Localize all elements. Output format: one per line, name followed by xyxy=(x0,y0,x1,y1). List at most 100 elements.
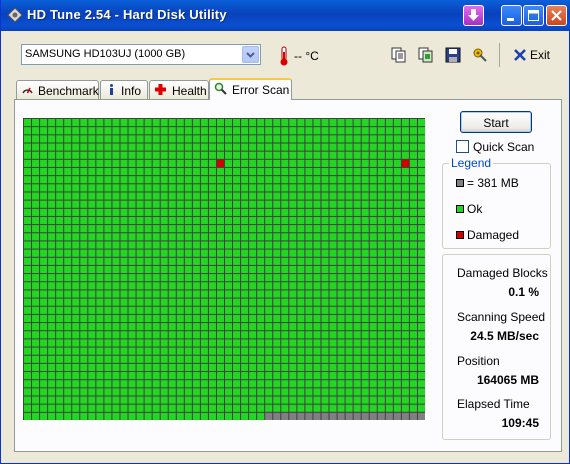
scan-block-ok xyxy=(257,225,265,233)
scan-block-ok xyxy=(104,274,112,282)
scan-block-ok xyxy=(112,282,120,290)
scan-block-ok xyxy=(104,200,112,208)
scan-block-ok xyxy=(208,323,216,331)
scan-block-ok xyxy=(176,241,184,249)
save-icon[interactable] xyxy=(445,47,461,63)
scan-block-ok xyxy=(337,314,345,323)
scan-block-ok xyxy=(136,347,144,355)
scan-block-ok xyxy=(56,192,64,200)
scan-block-ok xyxy=(184,184,192,192)
scan-block-ok xyxy=(417,298,425,306)
scan-block-ok xyxy=(377,257,385,265)
download-update-button[interactable] xyxy=(463,5,484,26)
close-button[interactable] xyxy=(546,5,567,26)
scan-block-unscanned xyxy=(369,412,377,420)
options-icon[interactable] xyxy=(472,47,488,63)
start-button[interactable]: Start xyxy=(460,111,532,133)
scan-block-ok xyxy=(241,241,249,249)
scan-block-ok xyxy=(337,233,345,241)
scan-block-ok xyxy=(369,257,377,265)
scan-block-ok xyxy=(168,282,176,290)
scan-block-ok xyxy=(24,208,32,216)
scan-block-ok xyxy=(241,119,249,127)
scan-block-ok xyxy=(32,184,40,192)
scan-block-ok xyxy=(401,184,409,192)
scan-block-ok xyxy=(265,225,273,233)
scan-block-ok xyxy=(249,192,257,200)
scan-block-ok xyxy=(32,331,40,339)
quick-scan-checkbox[interactable] xyxy=(456,140,469,153)
minimize-button[interactable] xyxy=(501,5,522,26)
scan-block-ok xyxy=(233,282,241,290)
scan-block-ok xyxy=(48,363,56,372)
scan-block-ok xyxy=(56,372,64,380)
scan-block-ok xyxy=(128,184,136,192)
scan-block-ok xyxy=(128,208,136,216)
scan-block-ok xyxy=(120,380,128,388)
scan-block-ok xyxy=(289,192,297,200)
scan-block-ok xyxy=(176,119,184,127)
scan-block-ok xyxy=(168,241,176,249)
dropdown-arrow-button[interactable] xyxy=(242,46,259,63)
scan-block-ok xyxy=(281,274,289,282)
scan-block-ok xyxy=(160,412,168,420)
scan-block-ok xyxy=(385,323,393,331)
scan-block-ok xyxy=(24,151,32,159)
scan-block-ok xyxy=(265,151,273,159)
scan-block-ok xyxy=(249,306,257,314)
scan-block-ok xyxy=(393,339,401,347)
tab-benchmark[interactable]: Benchmark xyxy=(16,80,99,99)
scan-block-ok xyxy=(393,380,401,388)
scan-block-ok xyxy=(72,372,80,380)
scan-block-ok xyxy=(249,282,257,290)
scan-block-ok xyxy=(233,274,241,282)
scan-block-ok xyxy=(120,257,128,265)
scan-block-ok xyxy=(176,192,184,200)
scan-block-ok xyxy=(409,290,417,298)
scan-block-ok xyxy=(281,208,289,216)
scan-block-ok xyxy=(80,298,88,306)
scan-block-ok xyxy=(208,119,216,127)
scan-block-ok xyxy=(168,249,176,257)
scan-block-unscanned xyxy=(281,412,289,420)
scan-block-ok xyxy=(216,249,224,257)
drive-select[interactable]: SAMSUNG HD103UJ (1000 GB) xyxy=(21,44,261,65)
copy-screenshot-icon[interactable] xyxy=(418,47,434,63)
scan-block-ok xyxy=(40,208,48,216)
info-icon xyxy=(110,84,113,95)
tab-health[interactable]: Health xyxy=(149,80,209,99)
copy-text-icon[interactable] xyxy=(391,47,407,63)
scan-block-ok xyxy=(369,167,377,176)
drive-select-value: SAMSUNG HD103UJ (1000 GB) xyxy=(25,48,186,60)
tab-info[interactable]: Info xyxy=(100,80,148,99)
scan-block-ok xyxy=(96,184,104,192)
scan-block-ok xyxy=(80,225,88,233)
scan-block-ok xyxy=(377,135,385,143)
scan-block-ok xyxy=(385,249,393,257)
scan-block-ok xyxy=(208,290,216,298)
scan-block-ok xyxy=(40,274,48,282)
scan-block-ok xyxy=(192,127,200,135)
hdtune-app-icon[interactable] xyxy=(7,7,23,23)
legend-swatch-red xyxy=(456,231,464,239)
scan-block-ok xyxy=(409,159,417,167)
scan-block-ok xyxy=(176,396,184,404)
title-bar[interactable]: HD Tune 2.54 - Hard Disk Utility xyxy=(1,0,570,31)
exit-button[interactable]: Exit xyxy=(510,47,550,63)
scan-block-ok xyxy=(321,274,329,282)
scan-block-ok xyxy=(305,363,313,372)
scan-block-ok xyxy=(104,372,112,380)
scan-block-ok xyxy=(401,396,409,404)
scan-block-ok xyxy=(225,355,233,363)
tab-error-scan[interactable]: Error Scan xyxy=(209,78,292,100)
scan-block-ok xyxy=(369,282,377,290)
scan-block-ok xyxy=(96,265,104,274)
scan-block-ok xyxy=(233,380,241,388)
scan-block-ok xyxy=(329,184,337,192)
scan-block-ok xyxy=(313,135,321,143)
scan-block-ok xyxy=(144,135,152,143)
maximize-button[interactable] xyxy=(523,5,544,26)
scan-block-ok xyxy=(88,135,96,143)
scan-block-ok xyxy=(313,355,321,363)
scan-block-ok xyxy=(289,200,297,208)
